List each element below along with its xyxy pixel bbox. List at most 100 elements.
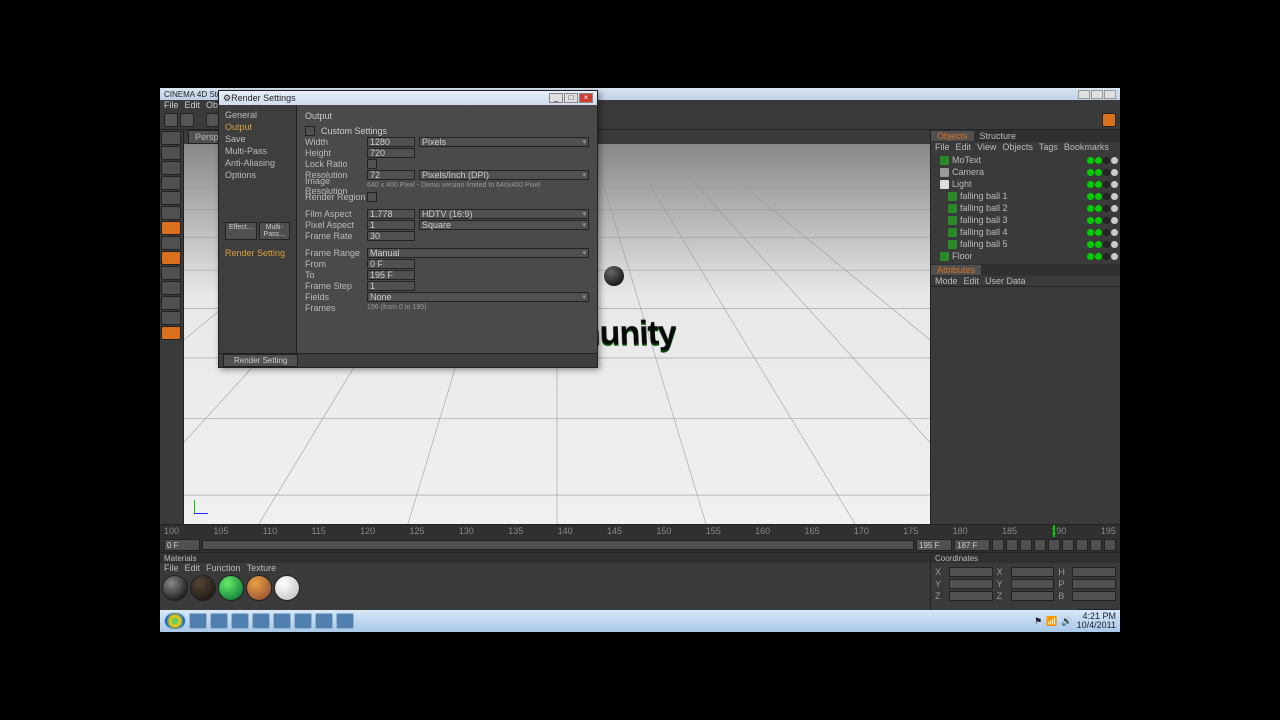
framestep-field[interactable]: 1 — [367, 281, 415, 291]
width-unit-drop[interactable]: Pixels — [419, 137, 589, 147]
dialog-maximize[interactable]: □ — [564, 93, 578, 103]
renderregion-check[interactable] — [367, 192, 377, 202]
pixelaspect-drop[interactable]: Square — [419, 220, 589, 230]
height-field[interactable]: 720 — [367, 148, 415, 158]
taskbar-app-word[interactable] — [252, 613, 270, 629]
frame-end-field[interactable]: 195 F — [916, 539, 952, 551]
goto-end-button[interactable] — [1076, 539, 1088, 551]
taskbar-clock[interactable]: 4:21 PM 10/4/2011 — [1077, 612, 1116, 630]
taskbar-app-winrar[interactable] — [294, 613, 312, 629]
next-frame-button[interactable] — [1048, 539, 1060, 551]
filmaspect-field[interactable]: 1.778 — [367, 209, 415, 219]
render-setting-button[interactable]: Render Setting — [223, 354, 298, 367]
tool-texture[interactable] — [161, 221, 181, 235]
filmaspect-drop[interactable]: HDTV (16:9) — [419, 209, 589, 219]
tool-workplane[interactable] — [161, 236, 181, 250]
dialog-minimize[interactable]: _ — [549, 93, 563, 103]
nav-multipass[interactable]: Multi-Pass — [223, 145, 292, 157]
tool-poly[interactable] — [161, 206, 181, 220]
tool-misc3[interactable] — [161, 311, 181, 325]
taskbar-app-ie[interactable] — [189, 613, 207, 629]
system-tray[interactable]: ⚑ 📶 🔊 4:21 PM 10/4/2011 — [1034, 612, 1116, 630]
material-slot[interactable] — [274, 575, 300, 601]
object-row[interactable]: Light — [933, 178, 1118, 190]
tool-live[interactable] — [161, 131, 181, 145]
play-button[interactable] — [1034, 539, 1046, 551]
shelf-render[interactable] — [1102, 113, 1116, 127]
width-field[interactable]: 1280 — [367, 137, 415, 147]
material-slot[interactable] — [190, 575, 216, 601]
prev-key-button[interactable] — [1006, 539, 1018, 551]
object-row[interactable]: falling ball 1 — [933, 190, 1118, 202]
nav-general[interactable]: General — [223, 109, 292, 121]
autokey-button[interactable] — [1104, 539, 1116, 551]
tool-axis[interactable] — [161, 161, 181, 175]
nav-options[interactable]: Options — [223, 169, 292, 181]
rot-h-field[interactable] — [1072, 567, 1116, 577]
obj-menu-edit[interactable]: Edit — [956, 142, 972, 152]
object-row[interactable]: falling ball 5 — [933, 238, 1118, 250]
object-row[interactable]: Floor — [933, 250, 1118, 262]
material-slot[interactable] — [246, 575, 272, 601]
tool-snap[interactable] — [161, 251, 181, 265]
resolution-field[interactable]: 72 — [367, 170, 415, 180]
taskbar-app-firefox[interactable] — [315, 613, 333, 629]
multipass-button[interactable]: Multi-Pass... — [259, 222, 291, 240]
pos-x-field[interactable] — [949, 567, 993, 577]
framerange-drop[interactable]: Manual — [367, 248, 589, 258]
nav-preset[interactable]: Render Setting — [223, 247, 292, 259]
tray-flag-icon[interactable]: ⚑ — [1034, 616, 1042, 627]
start-button[interactable] — [164, 612, 186, 630]
taskbar-app-app2[interactable] — [336, 613, 354, 629]
tool-point[interactable] — [161, 176, 181, 190]
tray-network-icon[interactable]: 📶 — [1046, 616, 1057, 627]
tab-structure[interactable]: Structure — [974, 131, 1023, 141]
resolution-unit-drop[interactable]: Pixels/Inch (DPI) — [419, 170, 589, 180]
mat-menu-function[interactable]: Function — [206, 563, 241, 573]
object-row[interactable]: MoText — [933, 154, 1118, 166]
preset-radio[interactable] — [305, 126, 315, 136]
object-row[interactable]: falling ball 3 — [933, 214, 1118, 226]
menu-file[interactable]: File — [164, 100, 179, 110]
tool-misc1[interactable] — [161, 281, 181, 295]
next-key-button[interactable] — [1062, 539, 1074, 551]
mat-menu-texture[interactable]: Texture — [247, 563, 277, 573]
menu-edit[interactable]: Edit — [185, 100, 201, 110]
taskbar-app-explorer[interactable] — [210, 613, 228, 629]
tab-attributes[interactable]: Attributes — [931, 265, 981, 275]
attr-menu-mode[interactable]: Mode — [935, 276, 958, 286]
playhead-icon[interactable] — [1053, 525, 1055, 537]
tool-misc2[interactable] — [161, 296, 181, 310]
shelf-undo[interactable] — [164, 113, 178, 127]
attr-menu-userdata[interactable]: User Data — [985, 276, 1026, 286]
tab-objects[interactable]: Objects — [931, 131, 974, 141]
dialog-close[interactable]: × — [579, 93, 593, 103]
rot-p-field[interactable] — [1072, 579, 1116, 589]
tool-model[interactable] — [161, 146, 181, 160]
prev-frame-button[interactable] — [1020, 539, 1032, 551]
pos-y-field[interactable] — [949, 579, 993, 589]
obj-menu-view[interactable]: View — [977, 142, 996, 152]
attr-menu-edit[interactable]: Edit — [964, 276, 980, 286]
tool-misc4[interactable] — [161, 326, 181, 340]
obj-menu-bookmarks[interactable]: Bookmarks — [1064, 142, 1109, 152]
material-slot[interactable] — [162, 575, 188, 601]
timeline-scrub[interactable] — [202, 540, 914, 550]
tool-edge[interactable] — [161, 191, 181, 205]
to-field[interactable]: 195 F — [367, 270, 415, 280]
obj-menu-objects[interactable]: Objects — [1002, 142, 1033, 152]
material-slot[interactable] — [218, 575, 244, 601]
taskbar-app-wmp[interactable] — [231, 613, 249, 629]
object-row[interactable]: Camera — [933, 166, 1118, 178]
record-button[interactable] — [1090, 539, 1102, 551]
fields-drop[interactable]: None — [367, 292, 589, 302]
size-z-field[interactable] — [1011, 591, 1055, 601]
obj-menu-file[interactable]: File — [935, 142, 950, 152]
tray-volume-icon[interactable]: 🔊 — [1061, 616, 1072, 627]
size-y-field[interactable] — [1011, 579, 1055, 589]
pixelaspect-field[interactable]: 1 — [367, 220, 415, 230]
tool-tweak[interactable] — [161, 266, 181, 280]
pos-z-field[interactable] — [949, 591, 993, 601]
timeline-ruler[interactable]: 1001051101151201251301351401451501551601… — [160, 525, 1120, 537]
from-field[interactable]: 0 F — [367, 259, 415, 269]
